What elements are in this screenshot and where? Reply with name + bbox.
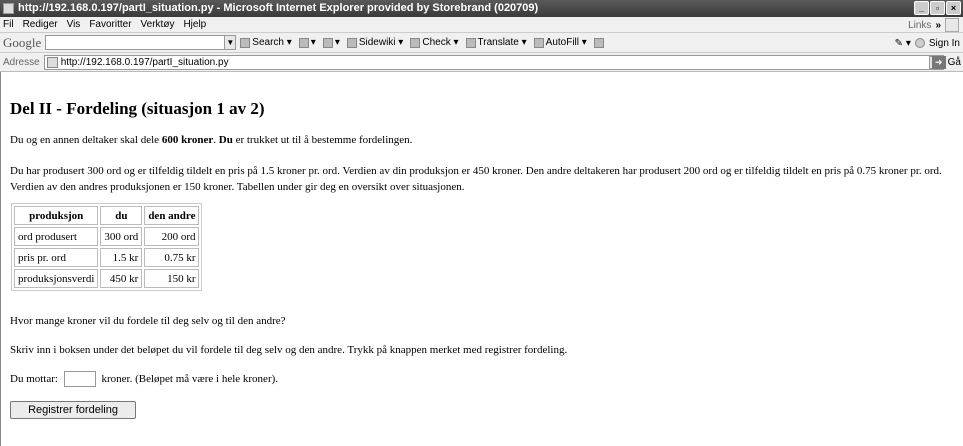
sidewiki-button[interactable]: Sidewiki ▾ [346,37,403,48]
translate-label: Translate [477,37,519,48]
sidewiki-label: Sidewiki [358,37,396,48]
spellcheck-icon [410,37,421,48]
table-row: produksjonsverdi 450 kr 150 kr [14,269,200,288]
restore-button[interactable]: ▫ [930,1,945,15]
table-header: produksjon [14,206,99,225]
table-cell: 150 kr [144,269,200,288]
google-search-input[interactable] [45,35,226,50]
receive-suffix: kroner. (Beløpet må være i hele kroner). [101,373,279,385]
page-icon [46,56,58,68]
window-title: http://192.168.0.197/partI_situation.py … [18,2,539,14]
window-controls: _ ▫ × [914,1,961,15]
menu-item-verktoy[interactable]: Verktøy [141,19,175,30]
wrench-icon[interactable]: ✎ ▾ [895,38,911,49]
menu-bar: Fil Rediger Vis Favoritter Verktøy Hjelp… [0,17,963,33]
question-paragraph: Hvor mange kroner vil du fordele til deg… [10,315,286,327]
address-label: Adresse [3,56,40,68]
intro-suffix: er trukket ut til å bestemme fordelingen… [232,134,413,146]
menu-item-rediger[interactable]: Rediger [23,19,58,30]
table-header-row: produksjon du den andre [14,206,200,225]
pencil-icon [593,37,604,48]
table-cell: 200 ord [144,227,200,246]
address-input[interactable]: http://192.168.0.197/partI_situation.py [43,54,944,70]
autofill-label: AutoFill [545,37,580,48]
search-button[interactable]: Search ▾ [240,37,292,48]
ie-icon [3,3,14,14]
receive-row: Du mottar: kroner. (Beløpet må være i he… [10,371,954,388]
page-heading: Del II - Fordeling (situasjon 1 av 2) [10,99,265,118]
search-icon [240,37,251,48]
bookmark-icon [322,37,333,48]
check-label: Check [422,37,451,48]
go-button[interactable]: ➜ Gå [931,56,961,69]
intro-prefix: Du og en annen deltaker skal dele [10,134,162,146]
table-header: den andre [144,206,200,225]
table-cell: produksjonsverdi [14,269,99,288]
table-row: ord produsert 300 ord 200 ord [14,227,200,246]
minimize-button[interactable]: _ [914,1,929,15]
table-cell: 0.75 kr [144,248,200,267]
translate-icon [465,37,476,48]
menu-item-hjelp[interactable]: Hjelp [183,19,206,30]
table-header: du [100,206,143,225]
table-cell: ord produsert [14,227,99,246]
address-bar: Adresse http://192.168.0.197/partI_situa… [0,53,963,72]
description-paragraph: Du har produsert 300 ord og er tilfeldig… [10,165,942,193]
amount-input[interactable] [63,371,96,388]
plus-icon [298,37,309,48]
pencil-button[interactable] [593,37,606,48]
table-cell: 1.5 kr [100,248,143,267]
google-logo: Google [3,34,42,50]
google-toolbar: Google ▼ Search ▾ ▾ ▾ Sidewiki ▾ Check ▾… [0,33,963,53]
windows-logo-icon [945,18,959,32]
chevron-down-icon[interactable]: ▼ [225,35,237,50]
links-more-icon[interactable]: » [935,20,941,31]
table-cell: 450 kr [100,269,143,288]
go-arrow-icon: ➜ [931,56,946,69]
check-button[interactable]: Check ▾ [410,37,459,48]
go-label: Gå [947,57,961,68]
search-label: Search [252,37,284,48]
table-row: pris pr. ord 1.5 kr 0.75 kr [14,248,200,267]
table-cell: pris pr. ord [14,248,99,267]
autofill-button[interactable]: AutoFill ▾ [533,37,587,48]
intro-paragraph: Du og en annen deltaker skal dele 600 kr… [10,132,954,148]
window-title-bar: http://192.168.0.197/partI_situation.py … [0,0,963,17]
bookmark-button[interactable]: ▾ [322,37,340,48]
autofill-icon [533,37,544,48]
register-distribution-button[interactable]: Registrer fordeling [10,401,136,419]
address-url: http://192.168.0.197/partI_situation.py [60,56,229,68]
menu-item-vis[interactable]: Vis [67,19,81,30]
links-label[interactable]: Links [908,20,931,31]
situation-table: produksjon du den andre ord produsert 30… [11,203,203,291]
table-cell: 300 ord [100,227,143,246]
translate-button[interactable]: Translate ▾ [465,37,527,48]
menu-item-fil[interactable]: Fil [3,19,14,30]
sidewiki-icon [346,37,357,48]
intro-amount: 600 kroner [161,134,214,146]
plus-button[interactable]: ▾ [298,37,316,48]
instruction-paragraph: Skriv inn i boksen under det beløpet du … [10,344,568,356]
close-button[interactable]: × [946,1,961,15]
menu-item-favoritter[interactable]: Favoritter [89,19,131,30]
intro-du: Du [218,134,233,146]
receive-label: Du mottar: [10,373,58,385]
signin-button[interactable]: Sign In [929,38,960,49]
page-content: Del II - Fordeling (situasjon 1 av 2) Du… [0,72,963,446]
signin-icon [914,38,925,48]
